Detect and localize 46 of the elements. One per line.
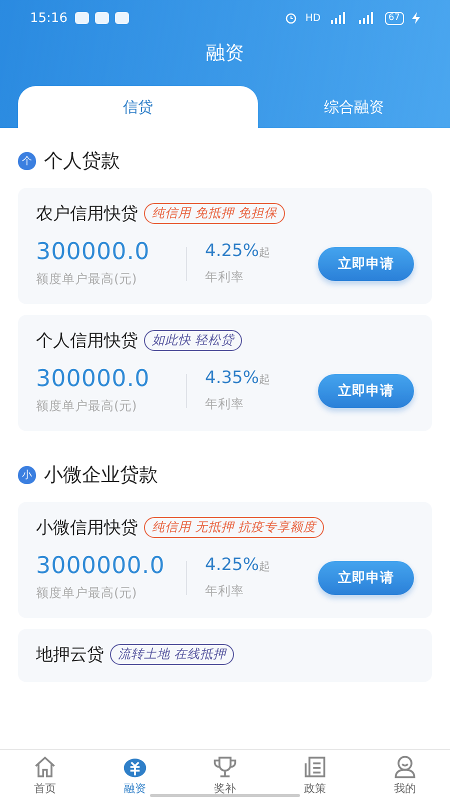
home-icon — [32, 754, 58, 780]
amount-label: 额度单户最高(元) — [36, 271, 138, 288]
section-title: 小微企业贷款 — [44, 463, 158, 488]
page-title: 融资 — [205, 41, 245, 66]
alarm-icon — [285, 12, 298, 24]
loan-tag: 流转土地 在线抵押 — [110, 644, 234, 665]
rate-suffix: 起 — [259, 372, 270, 387]
rate-suffix: 起 — [259, 559, 270, 574]
section-title: 个人贷款 — [44, 149, 120, 174]
trophy-icon — [212, 754, 238, 780]
loan-title: 地押云贷 — [36, 644, 104, 666]
loan-title: 个人信用快贷 — [36, 330, 138, 352]
charging-icon — [412, 12, 420, 24]
loan-tag: 纯信用 无抵押 抗疫专享额度 — [144, 517, 324, 538]
nav-item[interactable]: 我的 — [360, 750, 450, 800]
apply-button[interactable]: 立即申请 — [318, 560, 414, 594]
interest-rate: 4.25% — [205, 241, 260, 261]
tab[interactable]: 信贷 — [18, 86, 258, 128]
apply-button[interactable]: 立即申请 — [318, 246, 414, 280]
rate-label: 年利率 — [205, 583, 245, 600]
rate-label: 年利率 — [205, 269, 245, 286]
rate-suffix: 起 — [259, 245, 270, 260]
nav-item[interactable]: 奖补 — [180, 750, 270, 800]
document-icon — [302, 754, 328, 780]
money-bag-icon: 小 — [18, 466, 36, 484]
loan-tag: 如此快 轻松贷 — [144, 330, 242, 351]
loan-amount: 3000000.0 — [36, 553, 166, 579]
network-label: HD — [305, 12, 321, 24]
loan-title: 农户信用快贷 — [36, 203, 138, 225]
interest-rate: 4.35% — [205, 368, 260, 388]
loan-amount: 300000.0 — [36, 366, 151, 392]
interest-rate: 4.25% — [205, 555, 260, 575]
money-bag-icon: 个 — [18, 152, 36, 170]
person-icon — [392, 754, 418, 780]
battery-level: 67 — [384, 12, 404, 24]
loan-amount: 300000.0 — [36, 239, 151, 265]
tab[interactable]: 综合融资 — [258, 86, 450, 128]
status-time: 15:16 — [30, 10, 68, 26]
nav-item[interactable]: 政策 — [270, 750, 360, 800]
nav-item[interactable]: 首页 — [0, 750, 90, 800]
loan-tag: 纯信用 免抵押 免担保 — [144, 203, 285, 224]
amount-label: 额度单户最高(元) — [36, 398, 138, 415]
apply-button[interactable]: 立即申请 — [318, 374, 414, 408]
rate-label: 年利率 — [205, 396, 245, 413]
amount-label: 额度单户最高(元) — [36, 585, 138, 602]
loan-title: 小微信用快贷 — [36, 517, 138, 539]
